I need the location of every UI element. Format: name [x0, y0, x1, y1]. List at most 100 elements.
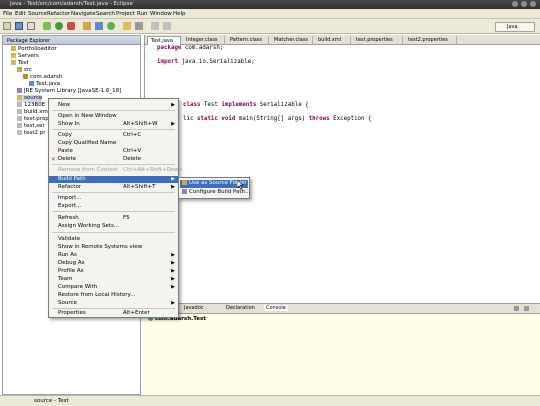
- tree-item-portfolioeditor[interactable]: Portfolioeditor: [11, 46, 57, 53]
- print-icon[interactable]: [27, 22, 35, 30]
- menu-item-refresh[interactable]: Refresh F5: [49, 215, 178, 222]
- menu-edit[interactable]: Edit: [15, 11, 26, 17]
- back-icon[interactable]: [151, 22, 159, 30]
- tab-test-properties[interactable]: test.properties: [353, 36, 403, 45]
- tree-item-source[interactable]: source: [17, 95, 43, 102]
- menu-separator: [52, 308, 175, 309]
- menu-item-remove-from-context: Remove from Context Ctrl+Alt+Shift+Down: [58, 167, 183, 173]
- new-class-icon[interactable]: [107, 22, 115, 30]
- menu-project[interactable]: Project: [116, 11, 135, 17]
- menu-item-source[interactable]: Source ▶: [49, 300, 178, 307]
- tab-integer-class[interactable]: Integer.class: [183, 36, 225, 45]
- tab-console[interactable]: Console: [264, 305, 288, 311]
- editor: Test.java Integer.class Pattern.class Ma…: [144, 35, 540, 303]
- menu-item-debug-as[interactable]: Debug As ▶: [49, 260, 178, 267]
- code-line-import[interactable]: import java.io.Serializable;: [157, 59, 255, 65]
- tab-test2-properties[interactable]: test2.properties: [405, 36, 457, 45]
- code-line-main[interactable]: lic static void main(String[] args) thro…: [183, 116, 372, 122]
- source-folder-icon: [182, 180, 187, 185]
- delete-icon: ✕: [51, 157, 56, 163]
- external-tools-icon[interactable]: [67, 22, 75, 30]
- menu-item-properties[interactable]: Properties Alt+Enter: [49, 310, 178, 317]
- package-explorer-header: Package Explorer: [3, 36, 140, 45]
- menu-item-copy-qualified-name[interactable]: Copy Qualified Name: [49, 140, 178, 147]
- file-icon: [17, 116, 22, 121]
- menu-navigate[interactable]: Navigate: [71, 11, 96, 17]
- menu-file[interactable]: File: [3, 11, 12, 17]
- tree-item-test-ser[interactable]: test.ser: [17, 123, 45, 130]
- menu-window[interactable]: Window: [150, 11, 172, 17]
- new-icon[interactable]: [3, 22, 11, 30]
- debug-icon[interactable]: [43, 22, 51, 30]
- maximize-view-icon[interactable]: [524, 306, 529, 311]
- menu-item-compare-with[interactable]: Compare With ▶: [49, 284, 178, 291]
- menu-item-restore-local-history[interactable]: Restore from Local History...: [49, 292, 178, 299]
- menu-item-show-in-remote-systems[interactable]: Show in Remote Systems view: [49, 244, 178, 251]
- save-icon[interactable]: [15, 22, 23, 30]
- run-icon[interactable]: [55, 22, 63, 30]
- menu-item-delete[interactable]: ✕ Delete Delete: [49, 156, 178, 163]
- close-button[interactable]: [530, 1, 536, 7]
- perspective-java[interactable]: Java: [495, 22, 535, 32]
- tree-item-123b0e[interactable]: 123B0E: [17, 102, 45, 109]
- tree-item-package[interactable]: com.adarsh: [23, 74, 62, 81]
- menu-item-new[interactable]: New ▶: [49, 102, 178, 109]
- code-line-package[interactable]: package com.adarsh;: [157, 45, 223, 51]
- code-line-class[interactable]: class Test implements Serializable {: [183, 102, 309, 108]
- file-icon: [17, 102, 22, 107]
- new-package-icon[interactable]: [95, 22, 103, 30]
- configure-icon: [182, 189, 187, 194]
- package-icon: [23, 74, 28, 79]
- menu-run[interactable]: Run: [137, 11, 148, 17]
- tab-build-xml[interactable]: build.xml: [315, 36, 351, 45]
- tree-item-jre[interactable]: JRE System Library [JavaSE-1.6_18]: [17, 88, 121, 95]
- tree-item-test-java[interactable]: Test.java: [29, 81, 60, 88]
- new-java-project-icon[interactable]: [83, 22, 91, 30]
- editor-tabs: Test.java Integer.class Pattern.class Ma…: [145, 35, 540, 45]
- menu-source[interactable]: Source: [28, 11, 47, 17]
- mouse-cursor-icon: [237, 180, 244, 190]
- tree-item-build-xml[interactable]: build.xml: [17, 109, 49, 116]
- status-bar: source - Test: [0, 395, 540, 406]
- menu-item-copy[interactable]: Copy Ctrl+C: [49, 132, 178, 139]
- menu-item-profile-as[interactable]: Profile As ▶: [49, 268, 178, 275]
- tree-item-servers[interactable]: Servers: [11, 53, 39, 60]
- menu-item-team[interactable]: Team ▶: [49, 276, 178, 283]
- tree-item-src[interactable]: src: [17, 67, 32, 74]
- menu-item-assign-working-sets[interactable]: Assign Working Sets...: [49, 223, 178, 230]
- search-icon[interactable]: [135, 22, 143, 30]
- tree-item-test2-prop[interactable]: test2.pr: [17, 130, 46, 137]
- menu-item-refactor[interactable]: Refactor Alt+Shift+T ▶: [49, 184, 178, 191]
- toolbar: Java: [0, 19, 540, 34]
- forward-icon[interactable]: [163, 22, 171, 30]
- status-text: source - Test: [34, 398, 69, 404]
- tab-pattern-class[interactable]: Pattern.class: [227, 36, 269, 45]
- file-icon: [17, 123, 22, 128]
- menu-item-show-in[interactable]: Show In Alt+Shift+W ▶: [49, 121, 178, 128]
- menu-separator: [52, 192, 175, 193]
- menu-separator: [52, 129, 175, 130]
- menu-item-import[interactable]: Import...: [49, 195, 178, 202]
- menu-item-validate[interactable]: Validate: [49, 236, 178, 243]
- tab-test-java[interactable]: Test.java: [147, 36, 181, 45]
- menu-item-run-as[interactable]: Run As ▶: [49, 252, 178, 259]
- menu-help[interactable]: Help: [173, 11, 186, 17]
- minimize-button[interactable]: [512, 1, 518, 7]
- menu-refactor[interactable]: Refactor: [47, 11, 70, 17]
- open-type-icon[interactable]: [123, 22, 131, 30]
- tree-item-test-prop[interactable]: test.prop: [17, 116, 49, 123]
- minimize-view-icon[interactable]: [514, 306, 519, 311]
- menu-item-open-new-window[interactable]: Open in New Window: [49, 113, 178, 120]
- maximize-button[interactable]: [521, 1, 527, 7]
- menu-item-configure-build-path[interactable]: Configure Build Path...: [180, 189, 250, 197]
- menu-item-paste[interactable]: Paste Ctrl+V: [49, 148, 178, 155]
- menu-item-export[interactable]: Export...: [49, 203, 178, 210]
- tree-item-test[interactable]: Test: [11, 60, 29, 67]
- tab-javadoc[interactable]: Javadoc: [184, 305, 204, 311]
- menu-search[interactable]: Search: [96, 11, 115, 17]
- tab-matcher-class[interactable]: Matcher.class: [271, 36, 313, 45]
- menu-item-build-path[interactable]: Build Path ▶: [49, 176, 178, 183]
- tab-declaration[interactable]: Declaration: [226, 305, 255, 311]
- title-bar: Java - Test/src/com/adarsh/Test.java - E…: [0, 0, 540, 9]
- library-icon: [17, 88, 22, 93]
